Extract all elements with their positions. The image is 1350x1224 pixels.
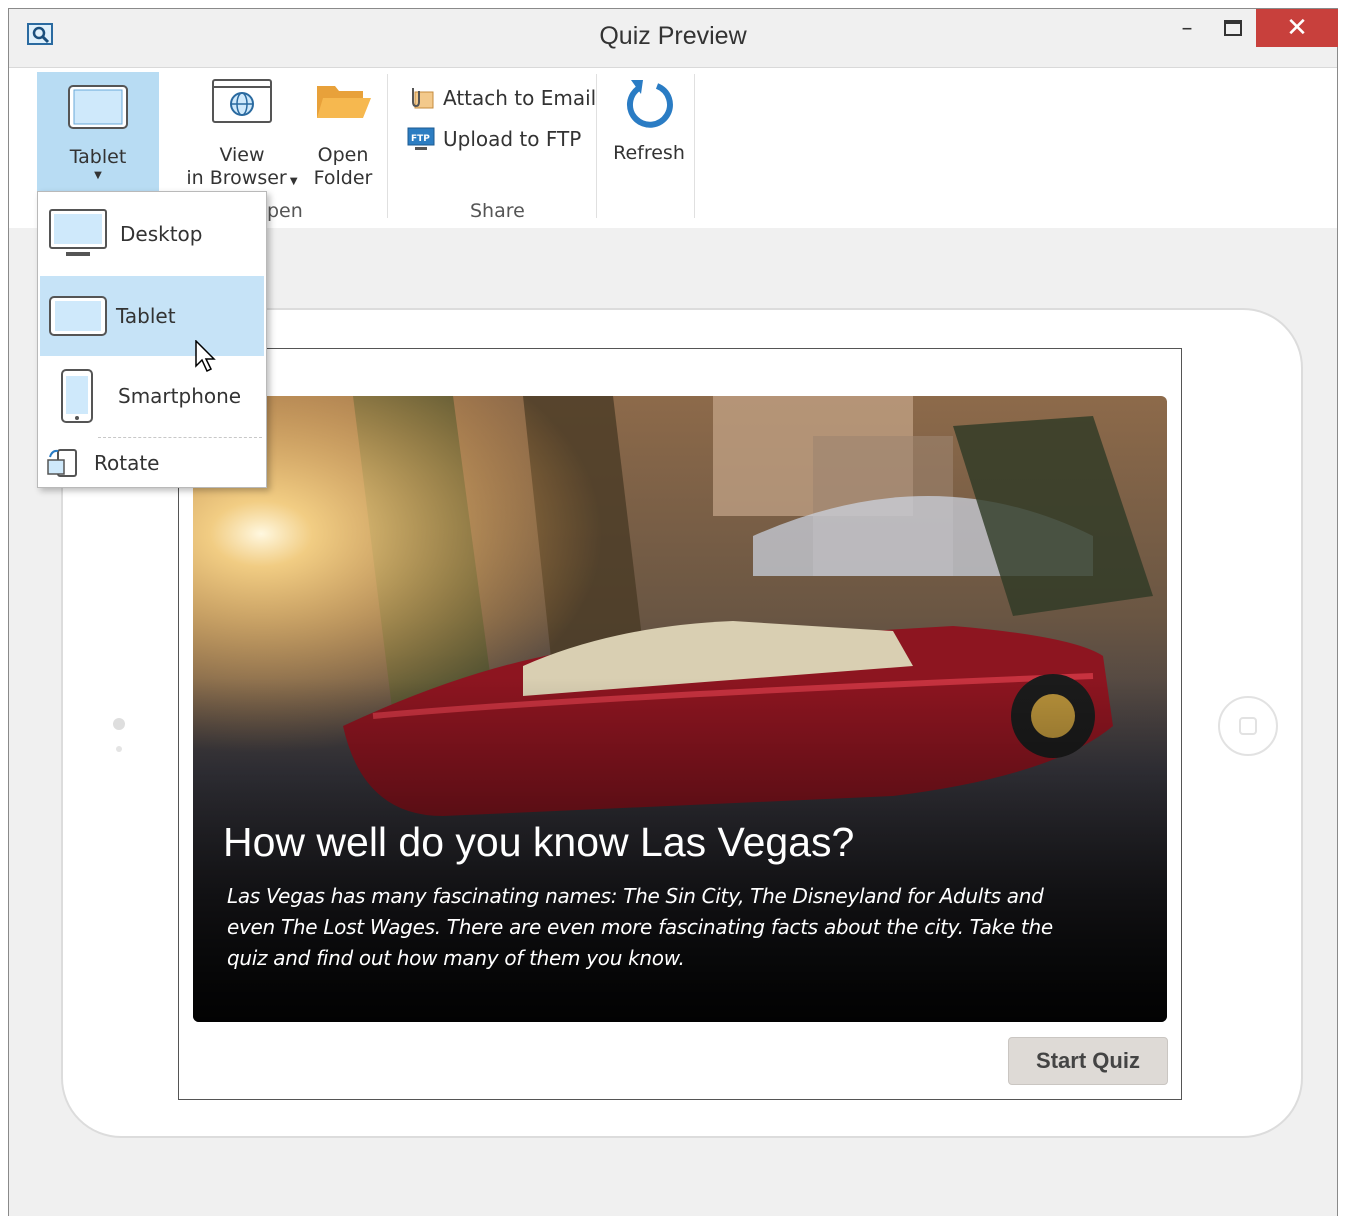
rotate-icon [47,449,77,477]
upload-ftp-label: Upload to FTP [443,127,582,151]
divider [596,74,597,218]
rotate-label: Rotate [94,451,160,475]
view-label-line2: in Browser [186,167,287,189]
mouse-cursor-icon [195,340,216,373]
desktop-icon [49,209,107,256]
svg-text:FTP: FTP [411,134,430,144]
attach-to-email-button[interactable]: Attach to Email [407,86,596,110]
tablet-screen: How well do you know Las Vegas? Las Vega… [178,348,1182,1100]
smartphone-label: Smartphone [118,384,242,408]
divider [387,74,388,218]
home-square-icon [1239,717,1257,735]
window-title: Quiz Preview [599,22,747,50]
menu-divider [98,437,262,438]
chevron-down-icon: ▼ [286,176,298,187]
tablet-icon [68,85,128,129]
smartphone-icon [61,369,93,423]
open-label-line2: Folder [313,167,373,189]
folder-icon [317,86,371,118]
view-label-line1: View [219,144,265,166]
quiz-preview-window: Quiz Preview – ✕ Tablet ▼ View in Browse… [8,8,1338,1216]
tablet-icon [49,296,107,336]
close-button[interactable]: ✕ [1256,9,1338,47]
quiz-title: How well do you know Las Vegas? [223,819,855,865]
device-dropdown-menu: Desktop Tablet Smartphone Rotate [37,191,267,488]
browser-icon [212,79,272,123]
device-tablet-button[interactable]: Tablet ▼ [37,72,159,196]
menu-item-smartphone[interactable]: Smartphone [40,356,264,436]
title-bar: Quiz Preview – ✕ [9,9,1338,67]
ftp-icon: FTP [407,127,435,150]
open-label-line1: Open [317,144,369,166]
menu-item-rotate[interactable]: Rotate [40,444,264,482]
paperclip-icon [412,88,434,109]
refresh-label: Refresh [613,142,685,164]
refresh-icon [627,80,673,128]
attach-email-label: Attach to Email [443,86,597,110]
tablet-menu-label: Tablet [116,304,176,328]
open-folder-button[interactable]: Open Folder [307,76,379,190]
menu-item-desktop[interactable]: Desktop [40,194,264,274]
upload-to-ftp-button[interactable]: FTP Upload to FTP [407,126,581,152]
camera-dot [113,718,125,730]
quiz-description: Las Vegas has many fascinating names: Th… [227,884,1053,970]
tablet-label: Tablet [69,146,127,168]
start-quiz-button[interactable]: Start Quiz [1008,1037,1168,1085]
menu-item-tablet[interactable]: Tablet [40,276,264,356]
chevron-down-icon: ▼ [94,170,102,181]
refresh-button[interactable]: Refresh [609,76,689,165]
maximize-button[interactable] [1213,9,1253,47]
sensor-dot [116,746,122,752]
desktop-label: Desktop [120,222,203,246]
divider [694,74,695,218]
minimize-button[interactable]: – [1167,9,1207,47]
maximize-icon [1224,20,1242,36]
quiz-intro-slide: How well do you know Las Vegas? Las Vega… [193,396,1167,1022]
share-group-label: Share [470,200,525,222]
open-group-label: pen [267,200,303,222]
home-button[interactable] [1218,696,1278,756]
view-in-browser-button[interactable]: View in Browser ▼ [179,76,305,193]
